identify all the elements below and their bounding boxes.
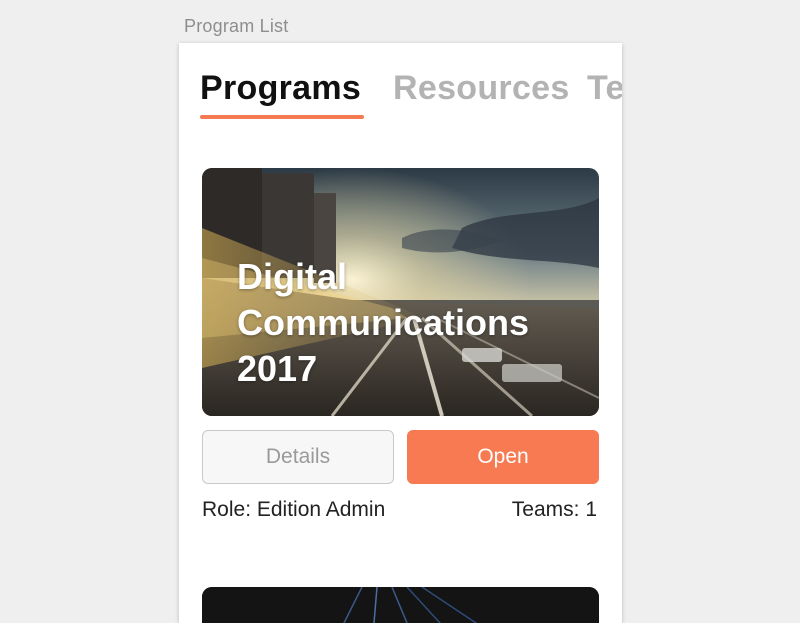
next-program-card-photo: [202, 587, 599, 623]
tab-bar: Programs Resources Te: [179, 43, 622, 133]
program-list-screen: Programs Resources Te Digital Communicat…: [179, 43, 622, 623]
program-card-image[interactable]: Digital Communications 2017: [202, 168, 599, 416]
active-tab-indicator: [200, 115, 364, 119]
next-program-card-image[interactable]: [202, 587, 599, 623]
program-title: Digital Communications 2017: [237, 256, 530, 389]
tab-resources[interactable]: Resources: [393, 67, 570, 109]
tab-programs[interactable]: Programs: [200, 67, 361, 109]
open-button[interactable]: Open: [407, 430, 599, 484]
tab-teams[interactable]: Te: [587, 67, 622, 109]
artboard-label: Program List: [184, 16, 289, 36]
program-role: Role: Edition Admin: [202, 498, 386, 521]
program-teams-count: Teams: 1: [511, 498, 597, 521]
details-button[interactable]: Details: [202, 430, 394, 484]
